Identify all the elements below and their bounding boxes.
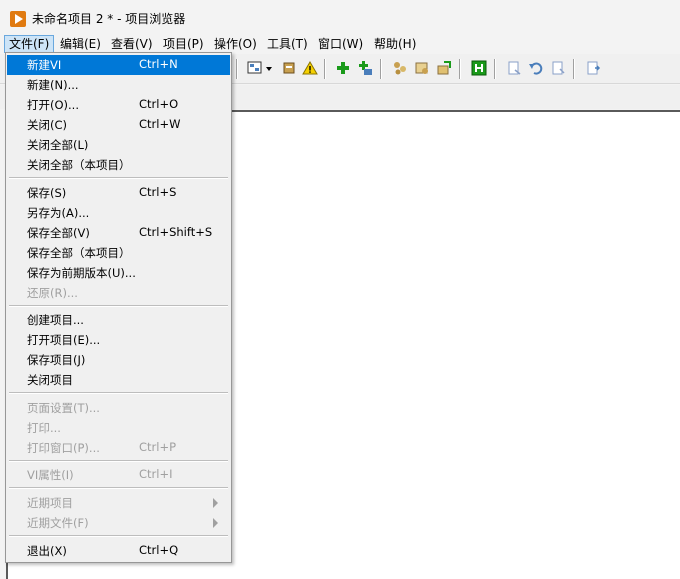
- toolbar-separator: [459, 59, 461, 79]
- build-icon[interactable]: [413, 60, 431, 78]
- menu-view[interactable]: 查看(V): [107, 35, 157, 53]
- labview-app-icon: [10, 11, 26, 27]
- menu-item-save-all-project[interactable]: 保存全部（本项目）: [7, 243, 230, 263]
- menu-window[interactable]: 窗口(W): [314, 35, 367, 53]
- redo-icon[interactable]: [549, 60, 567, 78]
- menu-item-page-setup: 页面设置(T)...: [7, 398, 230, 418]
- menu-item-shortcut: Ctrl+W: [139, 117, 181, 131]
- warning-icon[interactable]: [301, 60, 319, 78]
- menu-bar: 文件(F) 编辑(E) 查看(V) 项目(P) 操作(O) 工具(T) 窗口(W…: [0, 34, 680, 54]
- menu-operate[interactable]: 操作(O): [210, 35, 261, 53]
- menu-separator: [9, 487, 228, 489]
- menu-separator: [9, 177, 228, 179]
- menu-item-label: VI属性(I): [27, 468, 74, 482]
- menu-item-recent-projects: 近期项目: [7, 493, 230, 513]
- menu-item-label: 新建(N)...: [27, 78, 79, 92]
- menu-item-revert: 还原(R)...: [7, 283, 230, 303]
- menu-item-label: 保存(S): [27, 186, 67, 200]
- menu-item-save-as[interactable]: 另存为(A)...: [7, 203, 230, 223]
- menu-item-label: 保存全部（本项目）: [27, 246, 131, 260]
- menu-item-recent-files: 近期文件(F): [7, 513, 230, 533]
- menu-item-label: 打开项目(E)...: [27, 333, 101, 347]
- menu-item-new[interactable]: 新建(N)...: [7, 75, 230, 95]
- toolbar-separator: [494, 59, 496, 79]
- menu-item-shortcut: Ctrl+Shift+S: [139, 225, 213, 239]
- menu-item-print-window: 打印窗口(P)... Ctrl+P: [7, 438, 230, 458]
- menu-item-label: 新建VI: [27, 58, 62, 72]
- menu-separator: [9, 392, 228, 394]
- toolbar-separator: [380, 59, 382, 79]
- toolbar-separator: [236, 59, 238, 79]
- menu-item-label: 还原(R)...: [27, 286, 78, 300]
- menu-item-shortcut: Ctrl+S: [139, 185, 177, 199]
- menu-separator: [9, 305, 228, 307]
- menu-item-close-all[interactable]: 关闭全部(L): [7, 135, 230, 155]
- menu-item-print: 打印...: [7, 418, 230, 438]
- submenu-arrow-icon: [213, 518, 218, 528]
- add-item-icon[interactable]: [334, 60, 352, 78]
- menu-item-label: 页面设置(T)...: [27, 401, 100, 415]
- title-bar: 未命名项目 2 * - 项目浏览器: [0, 0, 680, 34]
- menu-item-label: 创建项目...: [27, 313, 84, 327]
- menu-item-label: 打开(O)...: [27, 98, 79, 112]
- menu-item-save-all[interactable]: 保存全部(V) Ctrl+Shift+S: [7, 223, 230, 243]
- menu-project[interactable]: 项目(P): [159, 35, 208, 53]
- menu-item-save-project[interactable]: 保存项目(J): [7, 350, 230, 370]
- menu-item-label: 关闭项目: [27, 373, 73, 387]
- menu-item-shortcut: Ctrl+P: [139, 440, 177, 454]
- toolbar-separator: [324, 59, 326, 79]
- menu-help[interactable]: 帮助(H): [370, 35, 420, 53]
- vi-icon[interactable]: [505, 60, 523, 78]
- menu-item-vi-properties: VI属性(I) Ctrl+I: [7, 465, 230, 485]
- menu-item-shortcut: Ctrl+N: [139, 57, 178, 71]
- menu-separator: [9, 535, 228, 537]
- menu-file[interactable]: 文件(F): [4, 35, 55, 53]
- deploy-icon[interactable]: [391, 60, 409, 78]
- toolbar-separator: [573, 59, 575, 79]
- menu-tools[interactable]: 工具(T): [263, 35, 312, 53]
- menu-item-label: 保存项目(J): [27, 353, 86, 367]
- dependencies-icon[interactable]: [435, 60, 453, 78]
- run-icon[interactable]: [470, 60, 488, 78]
- menu-item-new-vi[interactable]: 新建VI Ctrl+N: [7, 55, 230, 75]
- menu-item-close-all-project[interactable]: 关闭全部（本项目）: [7, 155, 230, 175]
- project-view-icon[interactable]: [246, 60, 264, 78]
- menu-item-label: 关闭全部(L): [27, 138, 89, 152]
- add-folder-icon[interactable]: [356, 60, 374, 78]
- menu-separator: [9, 460, 228, 462]
- menu-item-label: 近期文件(F): [27, 516, 89, 530]
- export-icon[interactable]: [584, 60, 602, 78]
- menu-item-shortcut: Ctrl+O: [139, 97, 179, 111]
- menu-item-label: 关闭全部（本项目）: [27, 158, 131, 172]
- window-title: 未命名项目 2 * - 项目浏览器: [32, 12, 186, 26]
- menu-item-close-project[interactable]: 关闭项目: [7, 370, 230, 390]
- menu-item-label: 打印窗口(P)...: [27, 441, 100, 455]
- dropdown-arrow-icon[interactable]: [264, 60, 274, 78]
- menu-edit[interactable]: 编辑(E): [56, 35, 105, 53]
- menu-item-label: 保存全部(V): [27, 226, 90, 240]
- submenu-arrow-icon: [213, 498, 218, 508]
- menu-item-save-previous-version[interactable]: 保存为前期版本(U)...: [7, 263, 230, 283]
- menu-item-label: 打印...: [27, 421, 61, 435]
- menu-item-label: 近期项目: [27, 496, 73, 510]
- menu-item-label: 另存为(A)...: [27, 206, 90, 220]
- menu-item-exit[interactable]: 退出(X) Ctrl+Q: [7, 541, 230, 561]
- menu-item-label: 关闭(C): [27, 118, 68, 132]
- file-menu-dropdown: 新建VI Ctrl+N 新建(N)... 打开(O)... Ctrl+O 关闭(…: [5, 52, 232, 563]
- menu-item-open-project[interactable]: 打开项目(E)...: [7, 330, 230, 350]
- menu-item-open[interactable]: 打开(O)... Ctrl+O: [7, 95, 230, 115]
- menu-item-label: 保存为前期版本(U)...: [27, 266, 136, 280]
- menu-item-label: 退出(X): [27, 544, 67, 558]
- properties-icon[interactable]: [280, 60, 298, 78]
- menu-item-shortcut: Ctrl+I: [139, 467, 173, 481]
- undo-icon[interactable]: [527, 60, 545, 78]
- menu-item-save[interactable]: 保存(S) Ctrl+S: [7, 183, 230, 203]
- menu-item-shortcut: Ctrl+Q: [139, 543, 179, 557]
- menu-item-create-project[interactable]: 创建项目...: [7, 310, 230, 330]
- menu-item-close[interactable]: 关闭(C) Ctrl+W: [7, 115, 230, 135]
